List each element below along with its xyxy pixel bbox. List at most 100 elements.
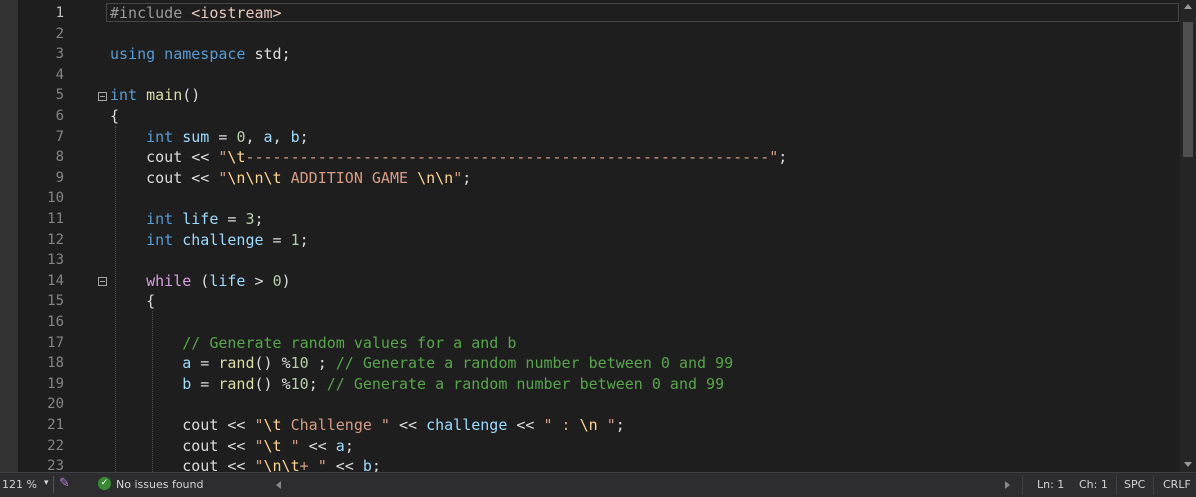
code-line[interactable]: 20 xyxy=(0,394,1180,415)
code-token: <iostream> xyxy=(191,4,282,22)
code-line[interactable]: 7 int sum = 0, a, b; xyxy=(0,127,1180,148)
code-token: cout << xyxy=(110,148,219,167)
line-number: 2 xyxy=(55,25,64,42)
scroll-left-icon[interactable] xyxy=(276,481,281,489)
code-text[interactable]: int main() xyxy=(110,85,200,106)
code-token: ( xyxy=(191,271,210,290)
code-line[interactable]: 9 cout << "\n\n\t ADDITION GAME \n\n"; xyxy=(0,168,1180,189)
code-line[interactable]: 10 xyxy=(0,188,1180,209)
code-line[interactable]: 8 cout << "\t---------------------------… xyxy=(0,147,1180,168)
line-number: 3 xyxy=(55,46,64,63)
code-token: challenge xyxy=(426,416,508,434)
code-text[interactable]: { xyxy=(110,106,119,127)
code-editor[interactable]: 1 #include <iostream> 2 3 using namespace st… xyxy=(0,0,1180,472)
char-indicator[interactable]: Ch: 1 xyxy=(1079,478,1108,491)
code-token: int xyxy=(146,210,183,228)
line-number: 6 xyxy=(55,108,64,124)
code-token: a xyxy=(335,436,345,455)
code-line[interactable]: 12 int challenge = 1; xyxy=(0,230,1180,251)
code-text[interactable]: using namespace std; xyxy=(110,44,291,65)
code-token: ; xyxy=(778,148,788,167)
code-token: 1 xyxy=(290,230,300,249)
code-token: \t xyxy=(227,148,246,167)
code-text[interactable]: a = rand() %10 ; // Generate a random nu… xyxy=(110,353,733,374)
code-text[interactable]: b = rand() %10; // Generate a random num… xyxy=(110,374,724,395)
line-ending-mode[interactable]: CRLF xyxy=(1163,478,1191,491)
code-text[interactable]: cout << "\n\n\t ADDITION GAME \n\n"; xyxy=(110,168,471,189)
vertical-scrollbar[interactable] xyxy=(1180,0,1196,472)
code-line[interactable]: 6{ xyxy=(0,106,1180,127)
divider xyxy=(1116,475,1117,495)
code-text[interactable]: cout << "\t Challenge " << challenge << … xyxy=(110,415,625,436)
line-number: 22 xyxy=(47,437,64,454)
zoom-level[interactable]: 121 % xyxy=(2,478,37,491)
code-line[interactable]: 3 using namespace std; xyxy=(0,44,1180,65)
code-token: ; xyxy=(462,168,472,187)
scroll-down-icon[interactable] xyxy=(1184,462,1192,467)
code-line[interactable]: 11 int life = 3; xyxy=(0,209,1180,230)
collapse-main-icon[interactable] xyxy=(98,92,107,101)
collapse-while-icon[interactable] xyxy=(98,277,107,286)
scroll-up-icon[interactable] xyxy=(1184,4,1192,9)
code-text[interactable]: int sum = 0, a, b; xyxy=(110,127,309,148)
code-text[interactable]: cout << "\n\t+ " << b; xyxy=(110,456,381,472)
whitespace-mode[interactable]: SPC xyxy=(1124,478,1145,491)
code-token: , xyxy=(245,127,264,146)
code-line[interactable]: 2 xyxy=(0,24,1180,45)
code-line[interactable]: 4 xyxy=(0,65,1180,86)
code-text[interactable]: int life = 3; xyxy=(110,209,264,230)
code-text[interactable]: // Generate random values for a and b xyxy=(110,333,516,354)
code-line[interactable]: 17 // Generate random values for a and b xyxy=(0,333,1180,354)
code-line[interactable]: 19 b = rand() %10; // Generate a random … xyxy=(0,374,1180,395)
code-token: = xyxy=(218,210,246,228)
code-token: // Generate a random number between 0 an… xyxy=(326,374,725,393)
code-token: " : xyxy=(543,416,580,434)
code-text[interactable]: cout << "\t-----------------------------… xyxy=(110,147,787,168)
code-text[interactable]: cout << "\t " << a; xyxy=(110,436,354,457)
issues-status[interactable]: No issues found xyxy=(116,478,203,491)
code-line[interactable]: 23 cout << "\n\t+ " << b; xyxy=(0,456,1180,472)
code-token: " xyxy=(281,436,300,455)
code-token: ; xyxy=(615,416,625,434)
scroll-thumb[interactable] xyxy=(1183,22,1193,157)
line-number: 4 xyxy=(55,66,64,83)
code-token: life xyxy=(182,210,219,228)
code-token: b xyxy=(290,127,300,146)
line-number: 12 xyxy=(47,231,64,248)
code-token: + " xyxy=(299,457,327,472)
code-line[interactable]: 22 cout << "\t " << a; xyxy=(0,436,1180,457)
code-line[interactable]: 21 cout << "\t Challenge " << challenge … xyxy=(0,415,1180,436)
code-line[interactable]: 18 a = rand() %10 ; // Generate a random… xyxy=(0,353,1180,374)
line-number: 5 xyxy=(55,87,64,104)
code-text[interactable]: #include <iostream> xyxy=(110,3,282,24)
code-token: " xyxy=(597,416,616,434)
code-line[interactable]: 14 while (life > 0) xyxy=(0,271,1180,292)
scroll-right-icon[interactable] xyxy=(1005,481,1010,489)
code-line[interactable]: 13 xyxy=(0,250,1180,271)
code-token: () % xyxy=(254,354,291,373)
code-token: cout << xyxy=(110,416,255,434)
code-line[interactable]: 15 { xyxy=(0,291,1180,312)
code-text[interactable]: while (life > 0) xyxy=(110,271,291,292)
code-line[interactable]: 5 int main() xyxy=(0,85,1180,106)
code-line[interactable]: 1 #include <iostream> xyxy=(0,3,1180,24)
code-token: \n\t xyxy=(263,457,300,472)
line-indicator[interactable]: Ln: 1 xyxy=(1037,478,1064,491)
code-text[interactable]: { xyxy=(110,291,155,312)
chevron-down-icon[interactable]: ▾ xyxy=(44,478,49,488)
code-token: a xyxy=(263,127,273,146)
code-token: \t xyxy=(263,416,282,434)
code-token: { xyxy=(110,292,156,311)
code-token: = xyxy=(191,354,219,373)
code-line[interactable]: 16 xyxy=(0,312,1180,333)
code-text[interactable]: int challenge = 1; xyxy=(110,230,309,251)
code-token: // Generate a random number between 0 an… xyxy=(335,354,734,373)
code-cleanup-icon[interactable]: ✎ xyxy=(59,476,70,491)
horizontal-scrollbar[interactable] xyxy=(290,483,990,487)
code-token: ; xyxy=(254,210,264,228)
code-token: sum xyxy=(182,127,210,146)
code-token: ----------------------------------------… xyxy=(245,148,779,167)
code-token: rand xyxy=(218,374,255,393)
